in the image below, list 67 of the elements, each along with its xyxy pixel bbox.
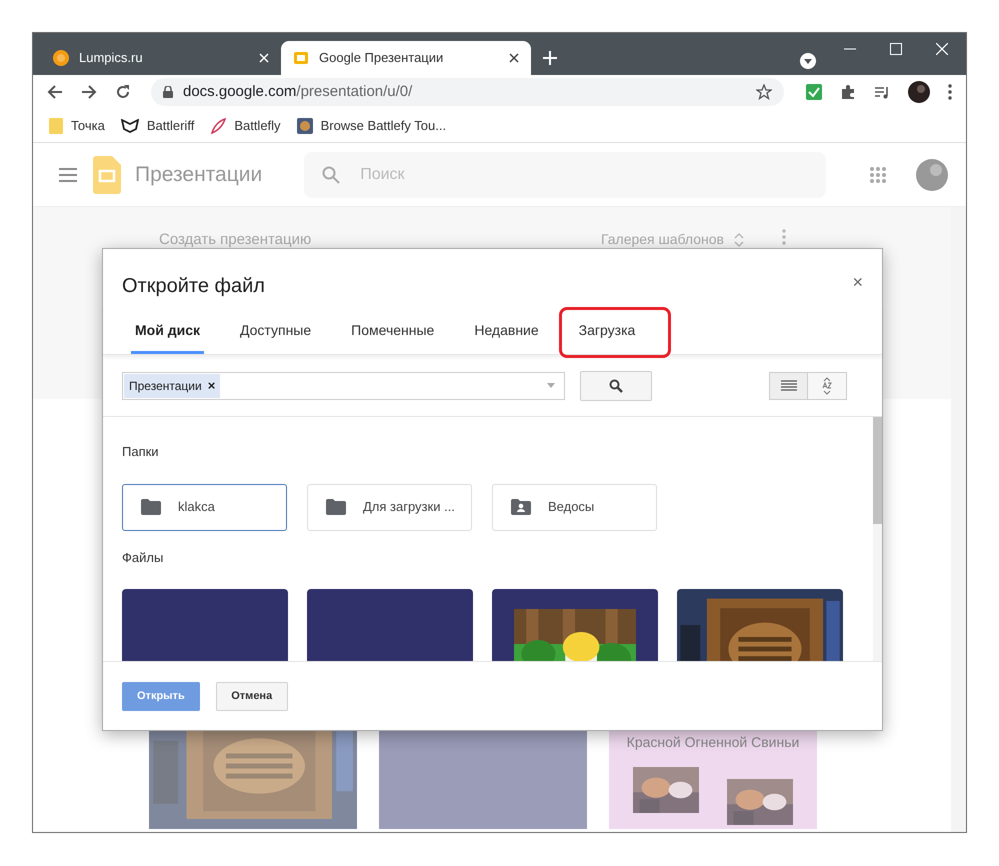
back-arrow-icon[interactable]	[47, 84, 63, 100]
dialog-title: Откройте файл	[122, 274, 266, 299]
feather-icon	[210, 118, 226, 134]
search-field[interactable]: Поиск	[304, 152, 826, 198]
slide-text: Красной Огненной Свиньи	[626, 733, 800, 751]
checkmark-icon[interactable]	[806, 84, 822, 100]
dialog-tab[interactable]: Загрузка	[574, 305, 640, 354]
folder-name: Ведосы	[548, 498, 594, 516]
list-icon	[780, 380, 796, 392]
browser-tab[interactable]: Lumpics.ru	[41, 41, 281, 75]
reload-icon[interactable]	[115, 84, 131, 100]
star-icon[interactable]	[756, 84, 772, 100]
shared-folder-icon	[511, 499, 531, 515]
bookmark[interactable]: Browse Battlefy Tou...	[296, 116, 446, 136]
tab-title: Lumpics.ru	[79, 49, 144, 68]
section-heading: Файлы	[122, 548, 164, 566]
more-icon[interactable]	[948, 84, 952, 100]
bookmark[interactable]: Battlefly	[210, 116, 281, 136]
dropdown-icon[interactable]	[800, 53, 816, 69]
dialog-tab[interactable]: Помеченные	[347, 305, 438, 354]
sort-button[interactable]	[808, 372, 847, 400]
lock-icon	[163, 86, 173, 98]
folder-card[interactable]: Для загрузки ...	[307, 484, 472, 530]
folder-card[interactable]: klakca	[122, 484, 287, 530]
section-heading: Создать презентацию	[159, 230, 312, 250]
browser-tab[interactable]: Google Презентации	[281, 41, 531, 75]
folder-icon	[49, 118, 63, 134]
slides-icon	[293, 50, 309, 66]
forward-arrow-icon[interactable]	[81, 84, 97, 100]
folder-name: Для загрузки ...	[363, 498, 455, 516]
slides-logo-icon	[93, 156, 121, 194]
bookmark[interactable]: Точка	[49, 116, 105, 136]
circle-logo-icon	[53, 50, 69, 66]
maximize-icon[interactable]	[890, 43, 902, 55]
mask-icon	[120, 118, 139, 132]
close-icon[interactable]	[509, 53, 519, 63]
folder-icon	[326, 499, 346, 515]
address-bar[interactable]: docs.google.com/presentation/u/0/	[151, 78, 784, 106]
folder-name: klakca	[178, 498, 215, 516]
list-view-button[interactable]	[769, 372, 808, 400]
search-button[interactable]	[580, 370, 652, 400]
search-icon	[322, 166, 340, 184]
scrollbar-thumb[interactable]	[873, 417, 882, 524]
expand-icon	[734, 232, 744, 248]
menu-icon[interactable]	[59, 168, 77, 182]
dialog-tab[interactable]: Доступные	[236, 305, 316, 354]
bookmark[interactable]: Battleriff	[120, 116, 194, 136]
section-heading: Папки	[122, 443, 160, 461]
dialog-tab[interactable]: Мой диск	[131, 305, 204, 354]
folder-card[interactable]: Ведосы	[492, 484, 657, 530]
plus-icon[interactable]	[543, 51, 557, 65]
close-button[interactable]: ×	[852, 273, 863, 291]
dialog-tab[interactable]: Недавние	[470, 305, 543, 354]
search-icon	[609, 378, 623, 392]
avatar-icon[interactable]	[908, 81, 930, 103]
dialog-button[interactable]: Отмена	[216, 682, 288, 710]
filter-chip: Презентации ×	[124, 374, 220, 398]
sort-icon	[821, 376, 833, 394]
filter-field[interactable]: Презентации ×	[122, 372, 565, 400]
tab-title: Google Презентации	[319, 49, 444, 68]
game-icon	[296, 118, 313, 134]
url-text: docs.google.com/presentation/u/0/	[183, 82, 414, 102]
app-title: Презентации	[135, 162, 262, 188]
remove-chip-button[interactable]: ×	[208, 376, 216, 396]
puzzle-icon[interactable]	[840, 84, 856, 100]
music-queue-icon[interactable]	[874, 84, 890, 100]
folder-icon	[141, 499, 161, 515]
